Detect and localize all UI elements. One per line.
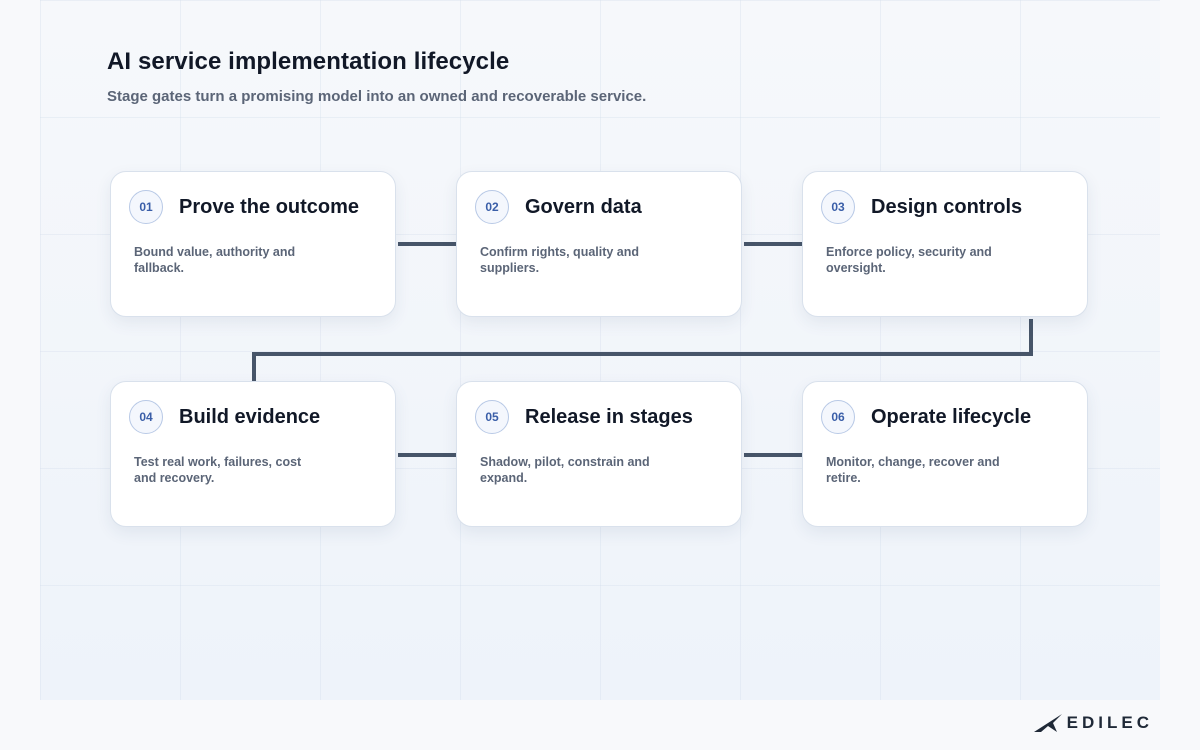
stage-number-badge: 05 (475, 400, 509, 434)
stage-description: Test real work, failures, cost and recov… (134, 455, 302, 485)
stage-title: Prove the outcome (179, 196, 360, 218)
stage-title: Build evidence (179, 406, 321, 428)
brand-name: EDILEC (1066, 713, 1153, 732)
stage-card-04: 04 Build evidence Test real work, failur… (110, 381, 396, 527)
stage-number-badge: 04 (129, 400, 163, 434)
connector-03-04 (252, 319, 1033, 381)
stage-card-01: 01 Prove the outcome Bound value, author… (110, 171, 396, 317)
stage-description: Confirm rights, quality and suppliers. (480, 245, 640, 275)
stage-card-03: 03 Design controls Enforce policy, secur… (802, 171, 1088, 317)
stage-title: Release in stages (525, 406, 693, 428)
stage-description: Monitor, change, recover and retire. (826, 455, 1000, 485)
stage-card-05: 05 Release in stages Shadow, pilot, cons… (456, 381, 742, 527)
brand-logo: EDILEC (1033, 712, 1153, 734)
stage-title: Design controls (871, 196, 1023, 218)
stage-card-06: 06 Operate lifecycle Monitor, change, re… (802, 381, 1088, 527)
stage-number-badge: 02 (475, 190, 509, 224)
stage-description: Bound value, authority and fallback. (134, 245, 296, 275)
stage-card-02: 02 Govern data Confirm rights, quality a… (456, 171, 742, 317)
stage-number-badge: 03 (821, 190, 855, 224)
jet-icon (1033, 714, 1062, 732)
stage-title: Operate lifecycle (871, 406, 1032, 428)
connectors (252, 242, 1033, 457)
stage-number-badge: 01 (129, 190, 163, 224)
stage-description: Enforce policy, security and oversight. (826, 245, 992, 275)
stage-description: Shadow, pilot, constrain and expand. (480, 455, 650, 485)
stage-title: Govern data (525, 196, 642, 218)
stage-number-badge: 06 (821, 400, 855, 434)
